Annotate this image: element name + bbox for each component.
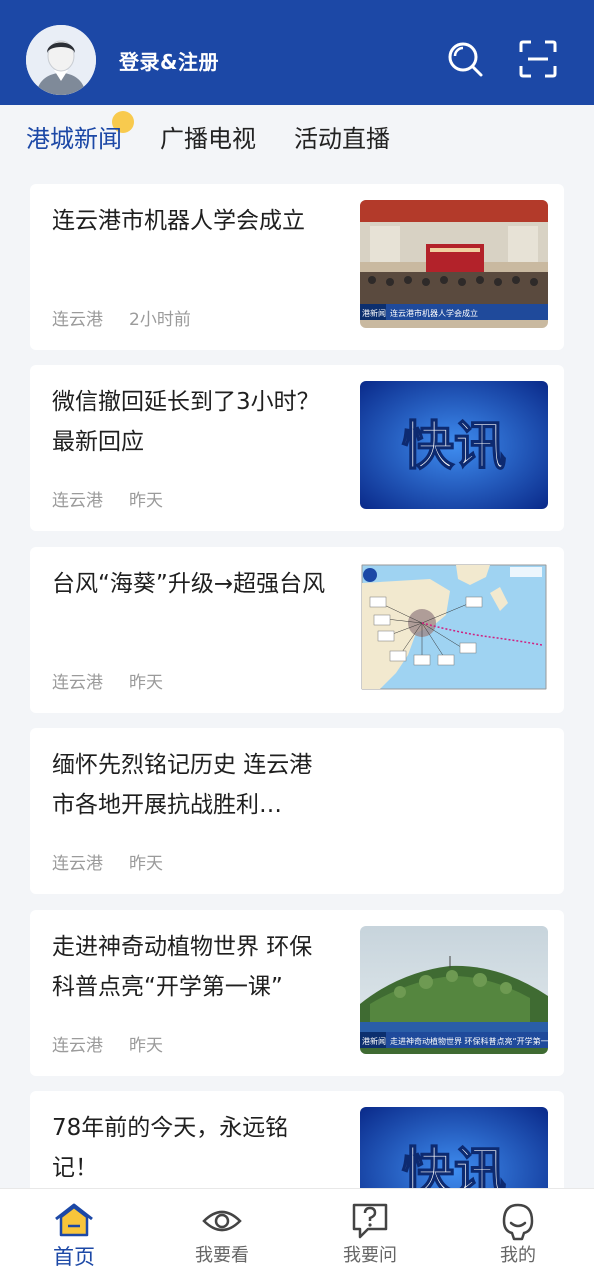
flash-text: 快讯 [402, 1142, 506, 1188]
news-thumbnail [360, 563, 548, 691]
eye-icon [200, 1201, 244, 1241]
news-time: 昨天 [129, 673, 163, 693]
news-feed[interactable]: 连云港市机器人学会成立 连云港 2小时前 港新闻 连云港市机器人学会成立 微信撤… [0, 167, 594, 1188]
news-card[interactable]: 微信撤回延长到了3小时？最新回应 连云港 昨天 快讯 [30, 365, 564, 531]
news-source: 连云港 [52, 310, 103, 330]
nav-home[interactable]: 首页 [0, 1189, 148, 1280]
news-card[interactable]: 缅怀先烈铭记历史 连云港市各地开展抗战胜利… 连云港 昨天 [30, 728, 564, 894]
home-icon [52, 1201, 96, 1241]
news-card[interactable]: 78年前的今天，永远铭记！ 快讯 [30, 1091, 564, 1188]
scan-icon[interactable] [519, 40, 557, 78]
nav-profile[interactable]: 我的 [444, 1189, 592, 1280]
news-source: 连云港 [52, 673, 103, 693]
news-thumbnail: 港新闻 走进神奇动植物世界 环保科普点亮“开学第一课” [360, 926, 548, 1054]
news-time: 2小时前 [129, 310, 191, 330]
news-thumbnail: 快讯 [360, 1107, 548, 1188]
thumb-logo: 港新闻 [362, 1036, 386, 1046]
news-title: 连云港市机器人学会成立 [52, 208, 305, 234]
tab-gangcheng-news[interactable]: 港城新闻 [26, 119, 122, 154]
news-meta: 连云港 昨天 [52, 849, 189, 874]
news-meta: 连云港 昨天 [52, 1031, 189, 1056]
nav-profile-label: 我的 [500, 1245, 536, 1266]
news-meta: 连云港 2小时前 [52, 305, 217, 330]
news-card[interactable]: 连云港市机器人学会成立 连云港 2小时前 港新闻 连云港市机器人学会成立 [30, 184, 564, 350]
nav-ask[interactable]: 我要问 [296, 1189, 444, 1280]
news-title: 台风“海葵”升级→超强台风 [52, 571, 326, 597]
news-time: 昨天 [129, 491, 163, 511]
app-screen: 登录&注册 港城新闻 广播电视 活动直播 连云港市机器人学会成立 连云港 2小时… [0, 0, 594, 1280]
news-title: 缅怀先烈铭记历史 连云港市各地开展抗战胜利… [52, 752, 313, 818]
thumb-logo: 港新闻 [362, 308, 386, 318]
thumb-caption: 连云港市机器人学会成立 [390, 308, 478, 318]
news-title: 走进神奇动植物世界 环保科普点亮“开学第一课” [52, 934, 313, 1000]
login-register-link[interactable]: 登录&注册 [119, 46, 219, 75]
tab-broadcast-tv[interactable]: 广播电视 [160, 119, 256, 154]
thumb-caption: 走进神奇动植物世界 环保科普点亮“开学第一课” [390, 1036, 548, 1046]
news-source: 连云港 [52, 1036, 103, 1056]
question-icon [348, 1201, 392, 1241]
news-meta: 连云港 昨天 [52, 486, 189, 511]
flash-text: 快讯 [402, 416, 506, 477]
tab-live-events[interactable]: 活动直播 [294, 119, 390, 154]
avatar[interactable] [26, 25, 96, 95]
news-time: 昨天 [129, 1036, 163, 1056]
nav-watch[interactable]: 我要看 [148, 1189, 296, 1280]
news-source: 连云港 [52, 854, 103, 874]
news-card[interactable]: 走进神奇动植物世界 环保科普点亮“开学第一课” 连云港 昨天 港新闻 走进神奇动… [30, 910, 564, 1076]
news-thumbnail: 快讯 [360, 381, 548, 509]
news-card[interactable]: 台风“海葵”升级→超强台风 连云港 昨天 [30, 547, 564, 713]
news-thumbnail: 港新闻 连云港市机器人学会成立 [360, 200, 548, 328]
nav-ask-label: 我要问 [343, 1245, 397, 1266]
news-meta: 连云港 昨天 [52, 668, 189, 693]
nav-watch-label: 我要看 [195, 1245, 249, 1266]
nav-home-label: 首页 [53, 1245, 95, 1269]
news-source: 连云港 [52, 491, 103, 511]
news-title: 微信撤回延长到了3小时？最新回应 [52, 389, 320, 455]
news-time: 昨天 [129, 854, 163, 874]
category-tabs: 港城新闻 广播电视 活动直播 [0, 105, 594, 167]
news-title: 78年前的今天，永远铭记！ [52, 1115, 289, 1181]
search-icon[interactable] [446, 40, 484, 78]
bottom-navigation: 首页 我要看 我要问 我的 [0, 1188, 594, 1280]
profile-icon [496, 1201, 540, 1241]
top-header: 登录&注册 [0, 0, 594, 105]
